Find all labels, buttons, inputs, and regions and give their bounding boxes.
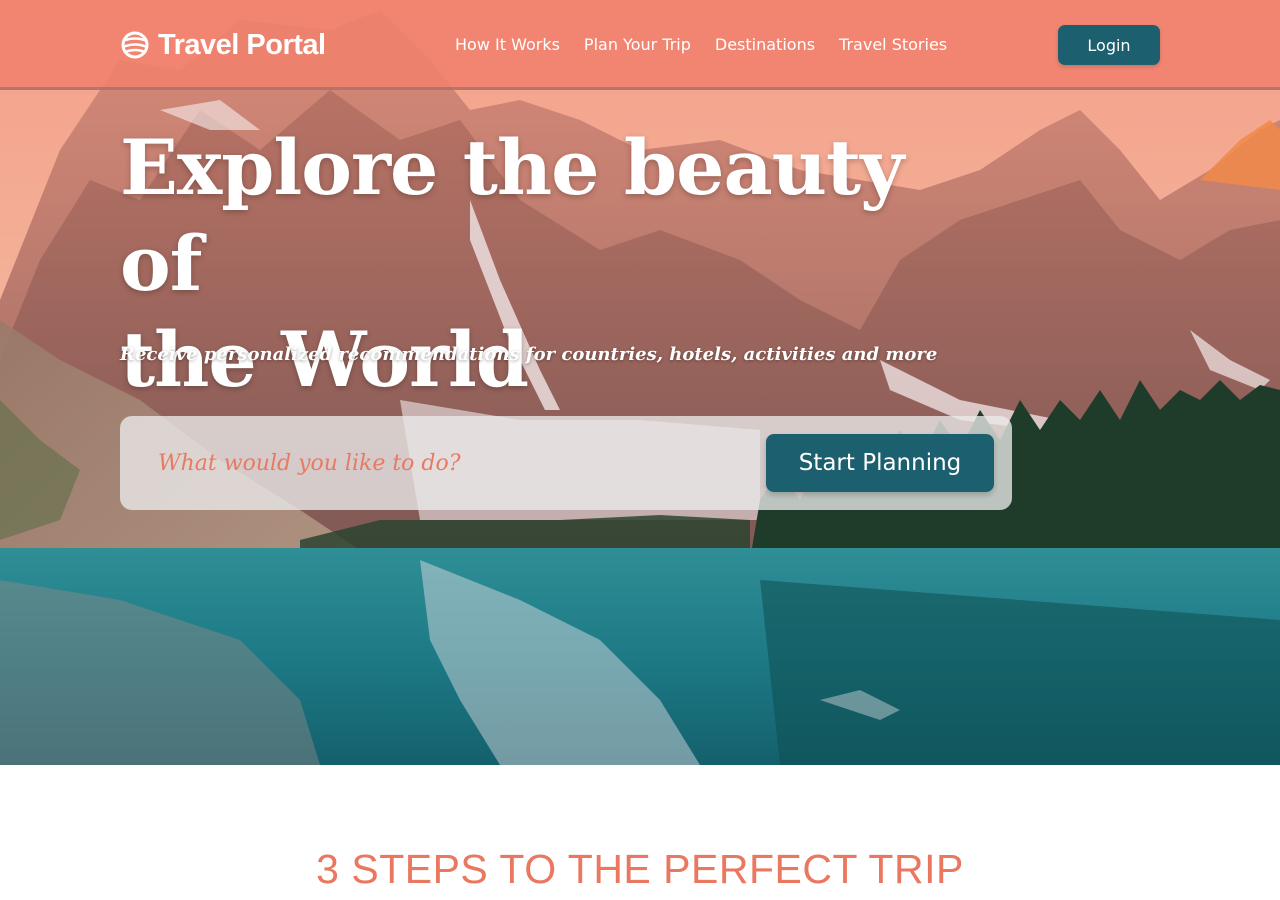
- nav-link-destinations[interactable]: Destinations: [703, 33, 827, 57]
- nav-link-travel-stories[interactable]: Travel Stories: [827, 33, 959, 57]
- brand-name: Travel Portal: [158, 28, 326, 61]
- nav-link-how-it-works[interactable]: How It Works: [443, 33, 572, 57]
- nav-link-plan-your-trip[interactable]: Plan Your Trip: [572, 33, 703, 57]
- login-button[interactable]: Login: [1058, 25, 1160, 65]
- start-planning-button[interactable]: Start Planning: [766, 434, 994, 492]
- top-navbar: Travel Portal How It Works Plan Your Tri…: [0, 0, 1280, 90]
- steps-heading: 3 STEPS TO THE PERFECT TRIP: [316, 846, 964, 892]
- main-nav: How It Works Plan Your Trip Destinations…: [443, 33, 959, 57]
- hero-title-line-1: Explore the beauty of: [120, 123, 904, 308]
- search-panel: Start Planning: [120, 416, 1012, 510]
- brand-logo[interactable]: Travel Portal: [120, 26, 326, 64]
- hero-subtitle: Receive personalized recommendations for…: [120, 344, 938, 365]
- globe-icon: [121, 31, 149, 59]
- search-input[interactable]: [158, 440, 748, 486]
